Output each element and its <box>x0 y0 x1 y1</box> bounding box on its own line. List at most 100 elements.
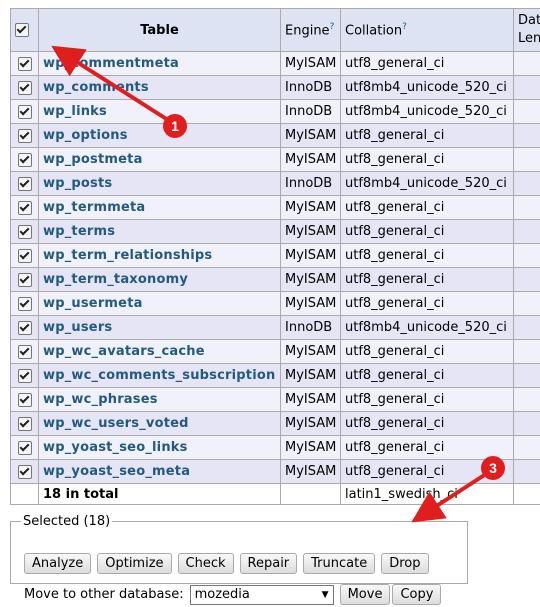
table-name-link[interactable]: wp_wc_comments_subscription <box>43 368 275 383</box>
column-header-collation[interactable]: Collation? <box>340 8 514 52</box>
table-engine: InnoDB <box>280 171 341 196</box>
table-name-link[interactable]: wp_wc_avatars_cache <box>43 344 205 359</box>
table-row[interactable]: wp_term_relationships MyISAM utf8_general_… <box>10 243 540 268</box>
table-row[interactable]: wp_posts InnoDB utf8mb4_unicode_520_ci <box>10 171 540 196</box>
copy-button[interactable]: Copy <box>392 584 442 605</box>
truncate-button[interactable]: Truncate <box>303 553 376 574</box>
table-name-cell: wp_term_relationships <box>38 243 281 268</box>
table-name-link[interactable]: wp_yoast_seo_links <box>43 440 188 455</box>
table-engine: InnoDB <box>280 315 341 340</box>
table-collation: utf8mb4_unicode_520_ci <box>340 99 514 124</box>
table-engine: InnoDB <box>280 99 341 124</box>
row-checkbox[interactable] <box>10 171 39 196</box>
row-checkbox[interactable] <box>10 339 39 364</box>
table-row[interactable]: wp_commentmeta MyISAM utf8_general_ci <box>10 51 540 76</box>
row-checkbox[interactable] <box>10 75 39 100</box>
table-collation: utf8_general_ci <box>340 411 514 436</box>
column-header-engine[interactable]: Engine? <box>280 8 341 52</box>
table-name-link[interactable]: wp_usermeta <box>43 296 143 311</box>
table-name-link[interactable]: wp_terms <box>43 224 115 239</box>
table-engine: MyISAM <box>280 387 341 412</box>
database-select[interactable]: mozedia ▼ <box>189 584 334 605</box>
select-all-checkbox[interactable] <box>10 8 39 52</box>
table-extra-cell <box>513 291 540 316</box>
table-row[interactable]: wp_comments InnoDB utf8mb4_unicode_520_ci <box>10 75 540 100</box>
drop-button[interactable]: Drop <box>381 553 429 574</box>
table-extra-cell <box>513 459 540 484</box>
table-name-link[interactable]: wp_term_taxonomy <box>43 272 188 287</box>
table-collation: utf8_general_ci <box>340 339 514 364</box>
engine-help-icon[interactable]: ? <box>330 22 335 32</box>
table-name-link[interactable]: wp_wc_users_voted <box>43 416 189 431</box>
table-row[interactable]: wp_yoast_seo_meta MyISAM utf8_general_ci <box>10 459 540 484</box>
table-row[interactable]: wp_links InnoDB utf8mb4_unicode_520_ci <box>10 99 540 124</box>
table-row[interactable]: wp_wc_comments_subscription MyISAM utf8_ge… <box>10 363 540 388</box>
table-name-cell: wp_terms <box>38 219 281 244</box>
row-checkbox[interactable] <box>10 435 39 460</box>
table-name-link[interactable]: wp_options <box>43 128 128 143</box>
table-extra-cell <box>513 363 540 388</box>
table-extra-cell <box>513 435 540 460</box>
collation-help-icon[interactable]: ? <box>402 22 407 32</box>
row-checkbox[interactable] <box>10 123 39 148</box>
table-row[interactable]: wp_terms MyISAM utf8_general_ci <box>10 219 540 244</box>
total-extra-cell <box>513 483 540 505</box>
table-name-link[interactable]: wp_postmeta <box>43 152 143 167</box>
column-header-table[interactable]: Table <box>38 8 281 52</box>
table-row[interactable]: wp_termmeta MyISAM utf8_general_ci <box>10 195 540 220</box>
table-name-link[interactable]: wp_posts <box>43 176 112 191</box>
table-name-link[interactable]: wp_commentmeta <box>43 56 179 71</box>
column-header-data-length[interactable]: Dat Len <box>513 8 540 52</box>
table-name-cell: wp_wc_users_voted <box>38 411 281 436</box>
table-row[interactable]: wp_users InnoDB utf8mb4_unicode_520_ci <box>10 315 540 340</box>
row-checkbox[interactable] <box>10 315 39 340</box>
table-row[interactable]: wp_wc_users_voted MyISAM utf8_general_ci <box>10 411 540 436</box>
table-name-link[interactable]: wp_users <box>43 320 112 335</box>
check-icon <box>15 23 29 37</box>
table-row[interactable]: wp_postmeta MyISAM utf8_general_ci <box>10 147 540 172</box>
check-icon <box>17 80 32 95</box>
table-name-cell: wp_yoast_seo_links <box>38 435 281 460</box>
table-row[interactable]: wp_term_taxonomy MyISAM utf8_general_ci <box>10 267 540 292</box>
table-engine: InnoDB <box>280 75 341 100</box>
row-checkbox[interactable] <box>10 195 39 220</box>
table-engine: MyISAM <box>280 123 341 148</box>
table-name-link[interactable]: wp_wc_phrases <box>43 392 158 407</box>
row-checkbox[interactable] <box>10 267 39 292</box>
table-collation: utf8_general_ci <box>340 219 514 244</box>
row-checkbox[interactable] <box>10 459 39 484</box>
table-name-link[interactable]: wp_term_relationships <box>43 248 212 263</box>
table-name-link[interactable]: wp_yoast_seo_meta <box>43 464 190 479</box>
table-row[interactable]: wp_wc_phrases MyISAM utf8_general_ci <box>10 387 540 412</box>
table-collation: utf8_general_ci <box>340 459 514 484</box>
optimize-button[interactable]: Optimize <box>97 553 172 574</box>
repair-button[interactable]: Repair <box>239 553 298 574</box>
table-row[interactable]: wp_usermeta MyISAM utf8_general_ci <box>10 291 540 316</box>
table-engine: MyISAM <box>280 339 341 364</box>
table-extra-cell <box>513 75 540 100</box>
row-checkbox[interactable] <box>10 51 39 76</box>
table-row[interactable]: wp_yoast_seo_links MyISAM utf8_general_ci <box>10 435 540 460</box>
table-name-link[interactable]: wp_links <box>43 104 107 119</box>
row-checkbox[interactable] <box>10 291 39 316</box>
table-collation: utf8mb4_unicode_520_ci <box>340 171 514 196</box>
row-checkbox[interactable] <box>10 99 39 124</box>
table-name-cell: wp_termmeta <box>38 195 281 220</box>
row-checkbox[interactable] <box>10 411 39 436</box>
table-name-cell: wp_usermeta <box>38 291 281 316</box>
table-name-link[interactable]: wp_termmeta <box>43 200 145 215</box>
row-checkbox[interactable] <box>10 147 39 172</box>
row-checkbox[interactable] <box>10 243 39 268</box>
move-button[interactable]: Move <box>339 584 391 605</box>
analyze-button[interactable]: Analyze <box>24 553 92 574</box>
row-checkbox[interactable] <box>10 363 39 388</box>
data-length-line2: Len <box>518 31 540 46</box>
table-name-cell: wp_wc_phrases <box>38 387 281 412</box>
row-checkbox[interactable] <box>10 387 39 412</box>
table-row[interactable]: wp_wc_avatars_cache MyISAM utf8_general_ci <box>10 339 540 364</box>
table-name-link[interactable]: wp_comments <box>43 80 149 95</box>
table-row[interactable]: wp_options MyISAM utf8_general_ci <box>10 123 540 148</box>
check-button[interactable]: Check <box>177 553 234 574</box>
table-engine: MyISAM <box>280 267 341 292</box>
row-checkbox[interactable] <box>10 219 39 244</box>
